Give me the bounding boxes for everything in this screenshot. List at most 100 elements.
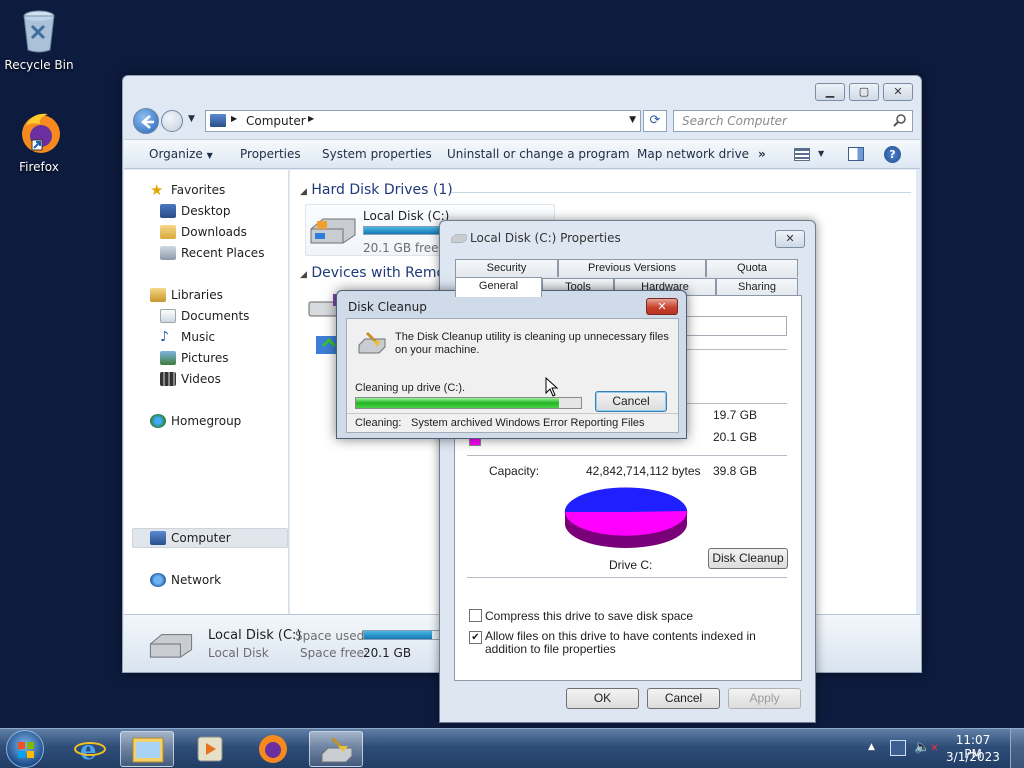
taskbar-media-player[interactable] — [183, 731, 237, 767]
cleanup-message: The Disk Cleanup utility is cleaning up … — [395, 331, 669, 356]
close-button[interactable]: ✕ — [646, 298, 678, 315]
separator — [467, 577, 787, 578]
libraries-icon — [150, 288, 166, 302]
compress-drive-checkbox[interactable] — [469, 609, 482, 622]
drive-name: Local Disk (C:) — [363, 209, 450, 223]
details-usage-bar — [363, 630, 441, 640]
disk-cleanup-button[interactable]: Disk Cleanup — [708, 548, 788, 569]
nav-pictures[interactable]: Pictures — [160, 348, 229, 368]
taskbar-disk-cleanup[interactable] — [309, 731, 363, 767]
taskbar-firefox[interactable] — [246, 731, 300, 767]
ok-button[interactable]: OK — [566, 688, 639, 709]
address-row: ▼ ▶ Computer ▶ ▼ ⟳ Search Computer — [129, 108, 915, 134]
start-button[interactable] — [6, 730, 44, 768]
disk-cleanup-icon — [357, 331, 387, 358]
internet-explorer-icon: e — [74, 736, 106, 766]
recent-pages-dropdown[interactable]: ▼ — [188, 114, 195, 124]
mouse-cursor-icon — [545, 377, 559, 397]
show-hidden-icons-button[interactable]: ▲ — [868, 742, 875, 752]
music-icon: ♪ — [160, 329, 169, 345]
apply-button[interactable]: Apply — [728, 688, 801, 709]
preview-pane-icon[interactable] — [848, 147, 864, 161]
address-bar[interactable]: ▶ Computer ▶ ▼ — [205, 110, 641, 132]
close-button[interactable]: ✕ — [775, 230, 805, 248]
nav-homegroup[interactable]: Homegroup — [150, 411, 241, 431]
view-dropdown-icon[interactable]: ▼ — [818, 149, 824, 158]
system-properties-button[interactable]: System properties — [322, 147, 432, 161]
recycle-bin-icon — [18, 8, 60, 54]
dialog-title: Local Disk (C:) Properties — [470, 231, 621, 245]
cancel-button[interactable]: Cancel — [647, 688, 720, 709]
show-desktop-button[interactable] — [1010, 729, 1024, 768]
navigation-pane: ★ Favorites Desktop Downloads Recent Plac… — [124, 170, 289, 614]
folder-icon — [132, 737, 164, 763]
compress-drive-label: Compress this drive to save disk space — [485, 609, 694, 623]
group-header-hard-disks[interactable]: ◢ Hard Disk Drives (1) — [300, 182, 453, 198]
nav-videos[interactable]: Videos — [160, 369, 221, 389]
desktop-icon-label: Recycle Bin — [4, 58, 74, 72]
hard-drive-icon — [309, 213, 357, 248]
details-space-free-label: Space free: — [300, 646, 369, 660]
hard-drive-icon — [148, 629, 194, 662]
tab-previous-versions[interactable]: Previous Versions — [558, 259, 706, 277]
nav-music[interactable]: ♪ Music — [160, 327, 215, 347]
tab-sharing[interactable]: Sharing — [716, 278, 798, 296]
recent-places-icon — [160, 246, 176, 260]
pictures-icon — [160, 351, 176, 365]
help-icon[interactable]: ? — [884, 146, 901, 163]
clock-date[interactable]: 3/1/2023 — [946, 750, 1000, 764]
uninstall-program-button[interactable]: Uninstall or change a program — [447, 147, 630, 161]
network-tray-icon[interactable] — [890, 740, 906, 756]
firefox-icon — [18, 110, 60, 156]
nav-desktop[interactable]: Desktop — [160, 201, 231, 221]
volume-muted-icon[interactable]: 🔈✕ — [914, 740, 939, 755]
documents-icon — [160, 309, 176, 323]
back-button[interactable] — [133, 108, 159, 134]
forward-button[interactable] — [161, 110, 183, 132]
desktop-folder-icon — [160, 204, 176, 218]
search-input[interactable]: Search Computer — [673, 110, 913, 132]
separator — [467, 455, 787, 456]
organize-button[interactable]: Organize ▼ — [149, 147, 213, 161]
hard-drive-icon — [451, 232, 467, 247]
cleaning-item: System archived Windows Error Reporting … — [411, 417, 645, 429]
nav-recent-places[interactable]: Recent Places — [160, 243, 264, 263]
taskbar-windows-explorer[interactable] — [120, 731, 174, 767]
computer-icon — [210, 114, 226, 127]
breadcrumb-chevron-icon[interactable]: ▶ — [231, 114, 237, 123]
nav-downloads[interactable]: Downloads — [160, 222, 247, 242]
search-icon — [893, 113, 907, 130]
more-commands-button[interactable]: » — [758, 147, 766, 161]
tab-quota[interactable]: Quota — [706, 259, 798, 277]
details-drive-type: Local Disk — [208, 646, 269, 660]
cleanup-panel: The Disk Cleanup utility is cleaning up … — [346, 318, 679, 433]
index-contents-checkbox[interactable]: ✔ — [469, 631, 482, 644]
refresh-button[interactable]: ⟳ — [643, 110, 667, 132]
address-dropdown-icon[interactable]: ▼ — [629, 115, 636, 125]
firefox-icon — [259, 735, 287, 763]
change-view-icon[interactable] — [794, 148, 810, 161]
tab-security[interactable]: Security — [455, 259, 558, 277]
cancel-button[interactable]: Cancel — [595, 391, 667, 412]
breadcrumb-chevron-icon[interactable]: ▶ — [308, 114, 314, 123]
desktop-icon-firefox[interactable]: Firefox — [0, 110, 78, 174]
taskbar-internet-explorer[interactable]: e — [63, 731, 117, 767]
nav-network[interactable]: Network — [150, 570, 221, 590]
maximize-button[interactable]: ▢ — [849, 83, 879, 101]
minimize-button[interactable]: ▁ — [815, 83, 845, 101]
nav-documents[interactable]: Documents — [160, 306, 249, 326]
close-button[interactable]: ✕ — [883, 83, 913, 101]
nav-libraries[interactable]: Libraries — [150, 285, 223, 305]
command-bar: Organize ▼ Properties System properties … — [124, 139, 920, 169]
breadcrumb-computer[interactable]: Computer — [246, 114, 306, 128]
tab-general[interactable]: General — [455, 277, 542, 297]
disk-usage-pie-chart — [564, 487, 688, 548]
properties-button[interactable]: Properties — [240, 147, 301, 161]
map-network-drive-button[interactable]: Map network drive — [637, 147, 749, 161]
nav-favorites[interactable]: ★ Favorites — [150, 180, 225, 200]
collapse-icon: ◢ — [300, 187, 307, 197]
desktop-icon-recycle-bin[interactable]: Recycle Bin — [0, 8, 78, 72]
nav-computer[interactable]: Computer — [150, 528, 231, 548]
homegroup-icon — [150, 414, 166, 428]
group-divider — [451, 192, 911, 193]
